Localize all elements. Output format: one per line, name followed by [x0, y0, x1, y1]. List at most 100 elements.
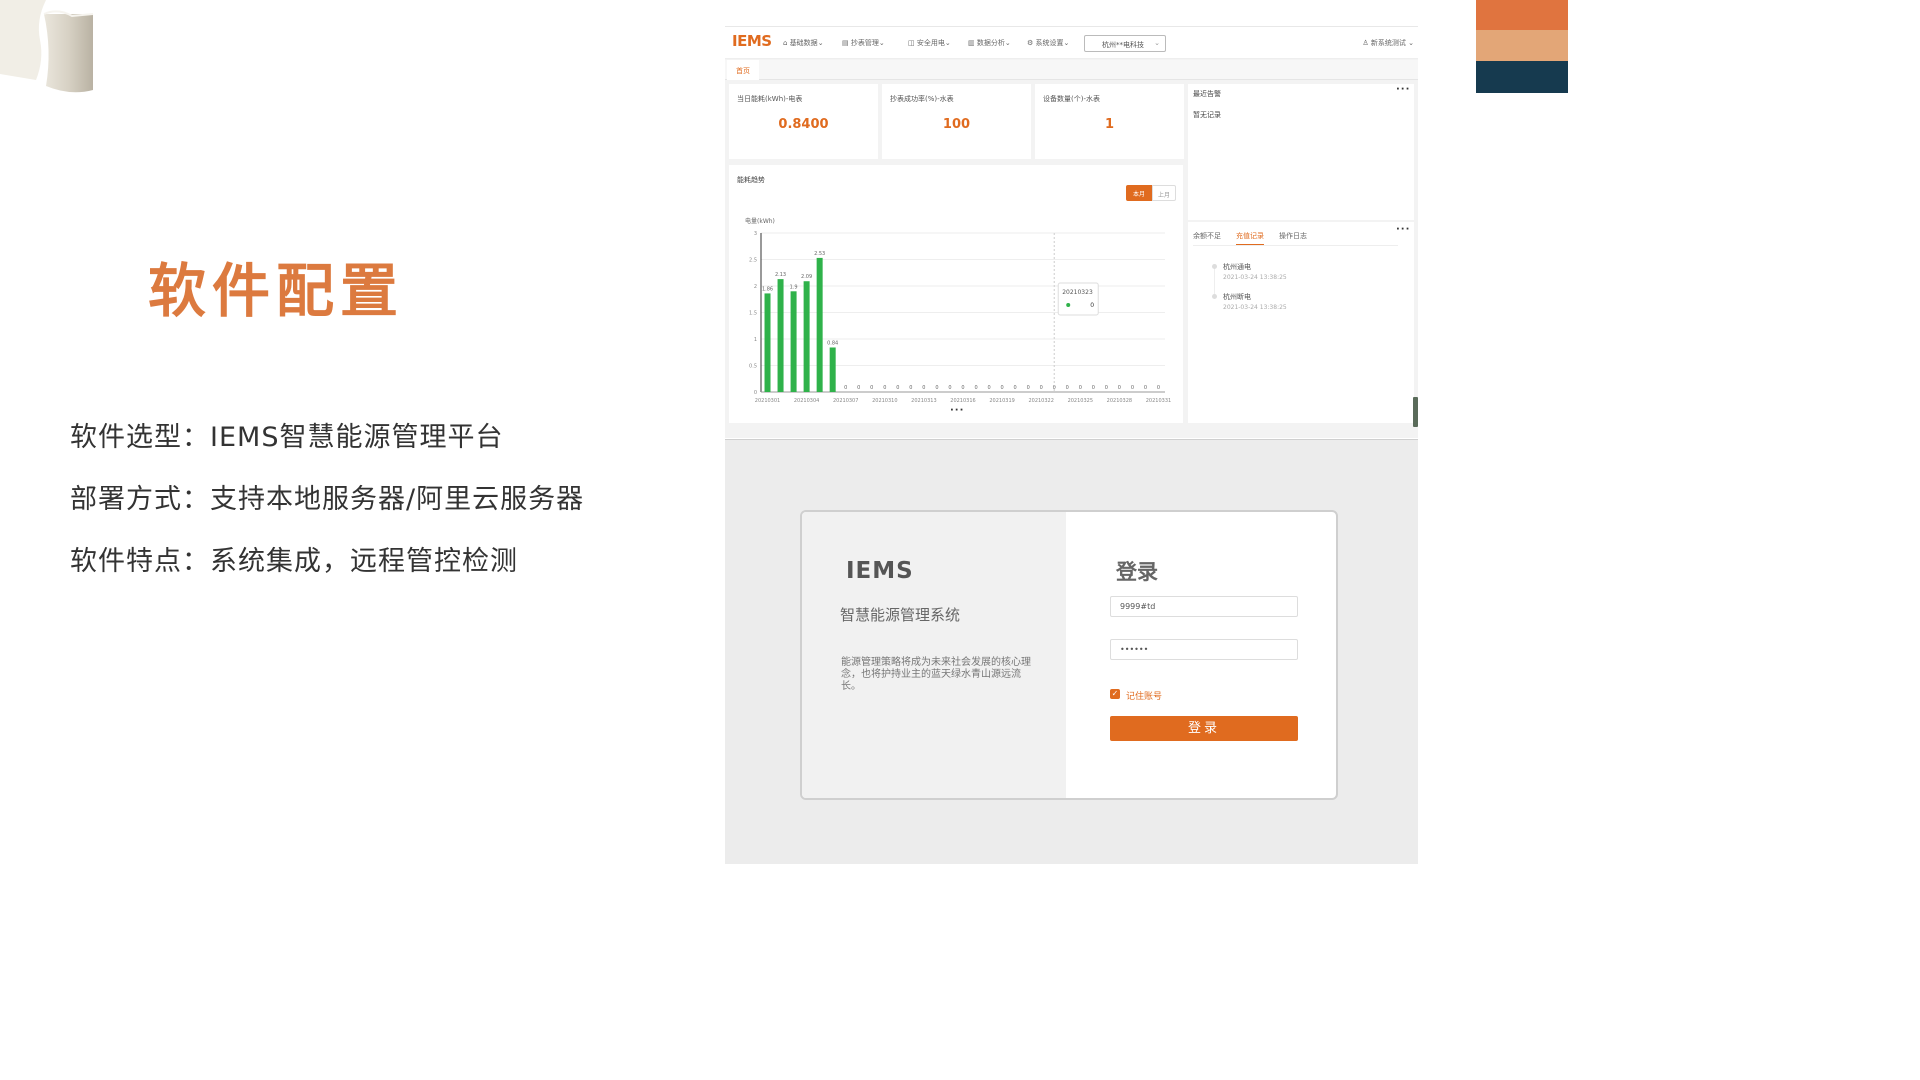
record-card: 余额不足 充值记录 操作日志 ··· 杭州通电 2021-03-24 13:38…	[1188, 222, 1414, 423]
alarm-title: 最近告警	[1193, 90, 1221, 98]
data-label: 1.9	[790, 284, 798, 290]
login-brand-panel: IEMS 智慧能源管理系统 能源管理策略将成为未来社会发展的核心理念，也将护持业…	[802, 512, 1066, 798]
bar	[764, 293, 771, 392]
x-tick-label: 20210325	[1068, 398, 1093, 404]
stat-card-success-rate: 抄表成功率(%)-水表 100	[882, 84, 1031, 159]
nav-safe-power[interactable]: ◫ 安全用电⌄	[908, 38, 951, 48]
gear-icon: ⚙	[1027, 39, 1034, 47]
home-icon: ⌂	[783, 39, 788, 47]
tab-home[interactable]: 首页	[727, 60, 759, 80]
data-label: 0	[909, 385, 912, 391]
x-tick-label: 20210322	[1028, 398, 1053, 404]
company-select-value: 杭州**电科技	[1102, 41, 1144, 49]
chevron-down-icon: ⌄	[944, 39, 951, 47]
login-brand: IEMS	[846, 558, 914, 584]
data-label: 0	[1157, 385, 1160, 391]
bar	[816, 257, 823, 392]
bullet-features: 软件特点：系统集成，远程管控检测	[70, 546, 518, 577]
login-box: IEMS 智慧能源管理系统 能源管理策略将成为未来社会发展的核心理念，也将护持业…	[800, 510, 1338, 800]
login-title: 登录	[1116, 560, 1158, 584]
tab-operation-log[interactable]: 操作日志	[1279, 231, 1307, 241]
y-tick-label: 2	[754, 284, 757, 290]
receipt-icon: ▤	[842, 39, 849, 47]
chevron-down-icon: ⌄	[1408, 39, 1414, 47]
nav-system-settings[interactable]: ⚙ 系统设置⌄	[1027, 38, 1069, 48]
accent-bar-middle	[1476, 30, 1568, 61]
nav-label: 基础数据	[789, 39, 818, 47]
data-label: 0	[1144, 385, 1147, 391]
nav-label: 系统设置	[1035, 39, 1064, 47]
record-name: 杭州通电	[1223, 263, 1251, 271]
nav-meter-management[interactable]: ▤ 抄表管理⌄	[842, 38, 885, 48]
bar	[803, 281, 810, 392]
data-label: 0	[948, 385, 951, 391]
y-tick-label: 1	[754, 337, 757, 343]
tooltip-dot	[1066, 303, 1071, 307]
data-label: 2.13	[775, 272, 786, 278]
bullet-software-selection: 软件选型：IEMS智慧能源管理平台	[70, 422, 504, 453]
stat-label: 当日能耗(kWh)-电表	[737, 95, 803, 103]
stat-label: 抄表成功率(%)-水表	[890, 95, 954, 103]
user-name: 新系统测试	[1370, 39, 1406, 47]
chevron-down-icon: ⌄	[1063, 39, 1070, 47]
y-tick-label: 0	[754, 390, 757, 396]
data-label: 0	[870, 385, 873, 391]
y-tick-label: 3	[754, 231, 757, 237]
data-label: 1.86	[762, 286, 773, 292]
x-tick-label: 20210319	[989, 398, 1014, 404]
data-label: 0	[987, 385, 990, 391]
data-label: 0	[961, 385, 964, 391]
y-tick-label: 2.5	[749, 258, 757, 264]
data-label: 0	[883, 385, 886, 391]
shield-icon: ◫	[908, 39, 915, 47]
company-select[interactable]: 杭州**电科技 ⌄	[1084, 35, 1166, 52]
bar	[777, 279, 784, 392]
more-icon[interactable]: ···	[1396, 84, 1410, 95]
y-axis-label: 电量(kWh)	[745, 217, 775, 225]
chevron-down-icon: ⌄	[1004, 39, 1011, 47]
app-logo[interactable]: IEMS	[732, 32, 772, 50]
tooltip-date: 20210323	[1062, 289, 1093, 296]
tab-low-balance[interactable]: 余额不足	[1193, 231, 1221, 241]
password-input[interactable]: ••••••	[1110, 639, 1298, 660]
record-name: 杭州断电	[1223, 293, 1251, 301]
accent-bar-top	[1476, 0, 1568, 30]
bar-chart-icon: ▥	[968, 39, 975, 47]
nav-label: 抄表管理	[850, 39, 879, 47]
login-screenshot: IEMS 智慧能源管理系统 能源管理策略将成为未来社会发展的核心理念，也将护持业…	[725, 439, 1418, 864]
data-label: 2.09	[801, 274, 812, 280]
record-time: 2021-03-24 13:38:25	[1223, 304, 1287, 311]
user-menu[interactable]: ♙ 新系统测试 ⌄	[1362, 38, 1414, 48]
scroll-decoration-icon	[0, 0, 94, 93]
data-label: 0	[922, 385, 925, 391]
more-icon[interactable]: ···	[950, 405, 964, 416]
bar	[829, 347, 836, 392]
data-label: 0	[935, 385, 938, 391]
bar	[790, 291, 797, 392]
scrollbar-handle[interactable]	[1413, 397, 1418, 427]
more-icon[interactable]: ···	[1396, 224, 1410, 235]
nav-data-analysis[interactable]: ▥ 数据分析⌄	[968, 38, 1011, 48]
chevron-down-icon: ⌄	[1154, 39, 1160, 47]
top-navbar: IEMS ⌂ 基础数据⌄ ▤ 抄表管理⌄ ◫ 安全用电⌄ ▥ 数据分析⌄ ⚙ 系…	[725, 27, 1418, 59]
chevron-down-icon: ⌄	[817, 39, 824, 47]
remember-label[interactable]: 记住账号	[1126, 689, 1162, 702]
login-button[interactable]: 登录	[1110, 716, 1298, 741]
dashboard-screenshot: IEMS ⌂ 基础数据⌄ ▤ 抄表管理⌄ ◫ 安全用电⌄ ▥ 数据分析⌄ ⚙ 系…	[725, 26, 1418, 438]
nav-label: 数据分析	[976, 39, 1005, 47]
x-tick-label: 20210313	[911, 398, 936, 404]
alarm-empty: 暂无记录	[1193, 111, 1221, 119]
recent-alarm-card: 最近告警 暂无记录 ···	[1188, 84, 1414, 220]
slide-title: 软件配置	[148, 257, 405, 325]
user-icon: ♙	[1362, 39, 1369, 47]
nav-basic-data[interactable]: ⌂ 基础数据⌄	[783, 38, 824, 48]
x-tick-label: 20210328	[1107, 398, 1132, 404]
energy-bar-chart: 电量(kWh)00.511.522.531.862.131.92.092.530…	[745, 217, 1171, 404]
data-label: 0	[1027, 385, 1030, 391]
tooltip-box	[1057, 282, 1099, 316]
username-input[interactable]: 9999#td	[1110, 596, 1298, 617]
tab-recharge-records[interactable]: 充值记录	[1236, 231, 1264, 245]
login-description: 能源管理策略将成为未来社会发展的核心理念，也将护持业主的蓝天绿水青山源远流长。	[841, 657, 1031, 692]
bullet-list: 软件选型：IEMS智慧能源管理平台 部署方式：支持本地服务器/阿里云服务器 软件…	[70, 418, 584, 604]
remember-checkbox[interactable]: ✓	[1110, 689, 1120, 699]
